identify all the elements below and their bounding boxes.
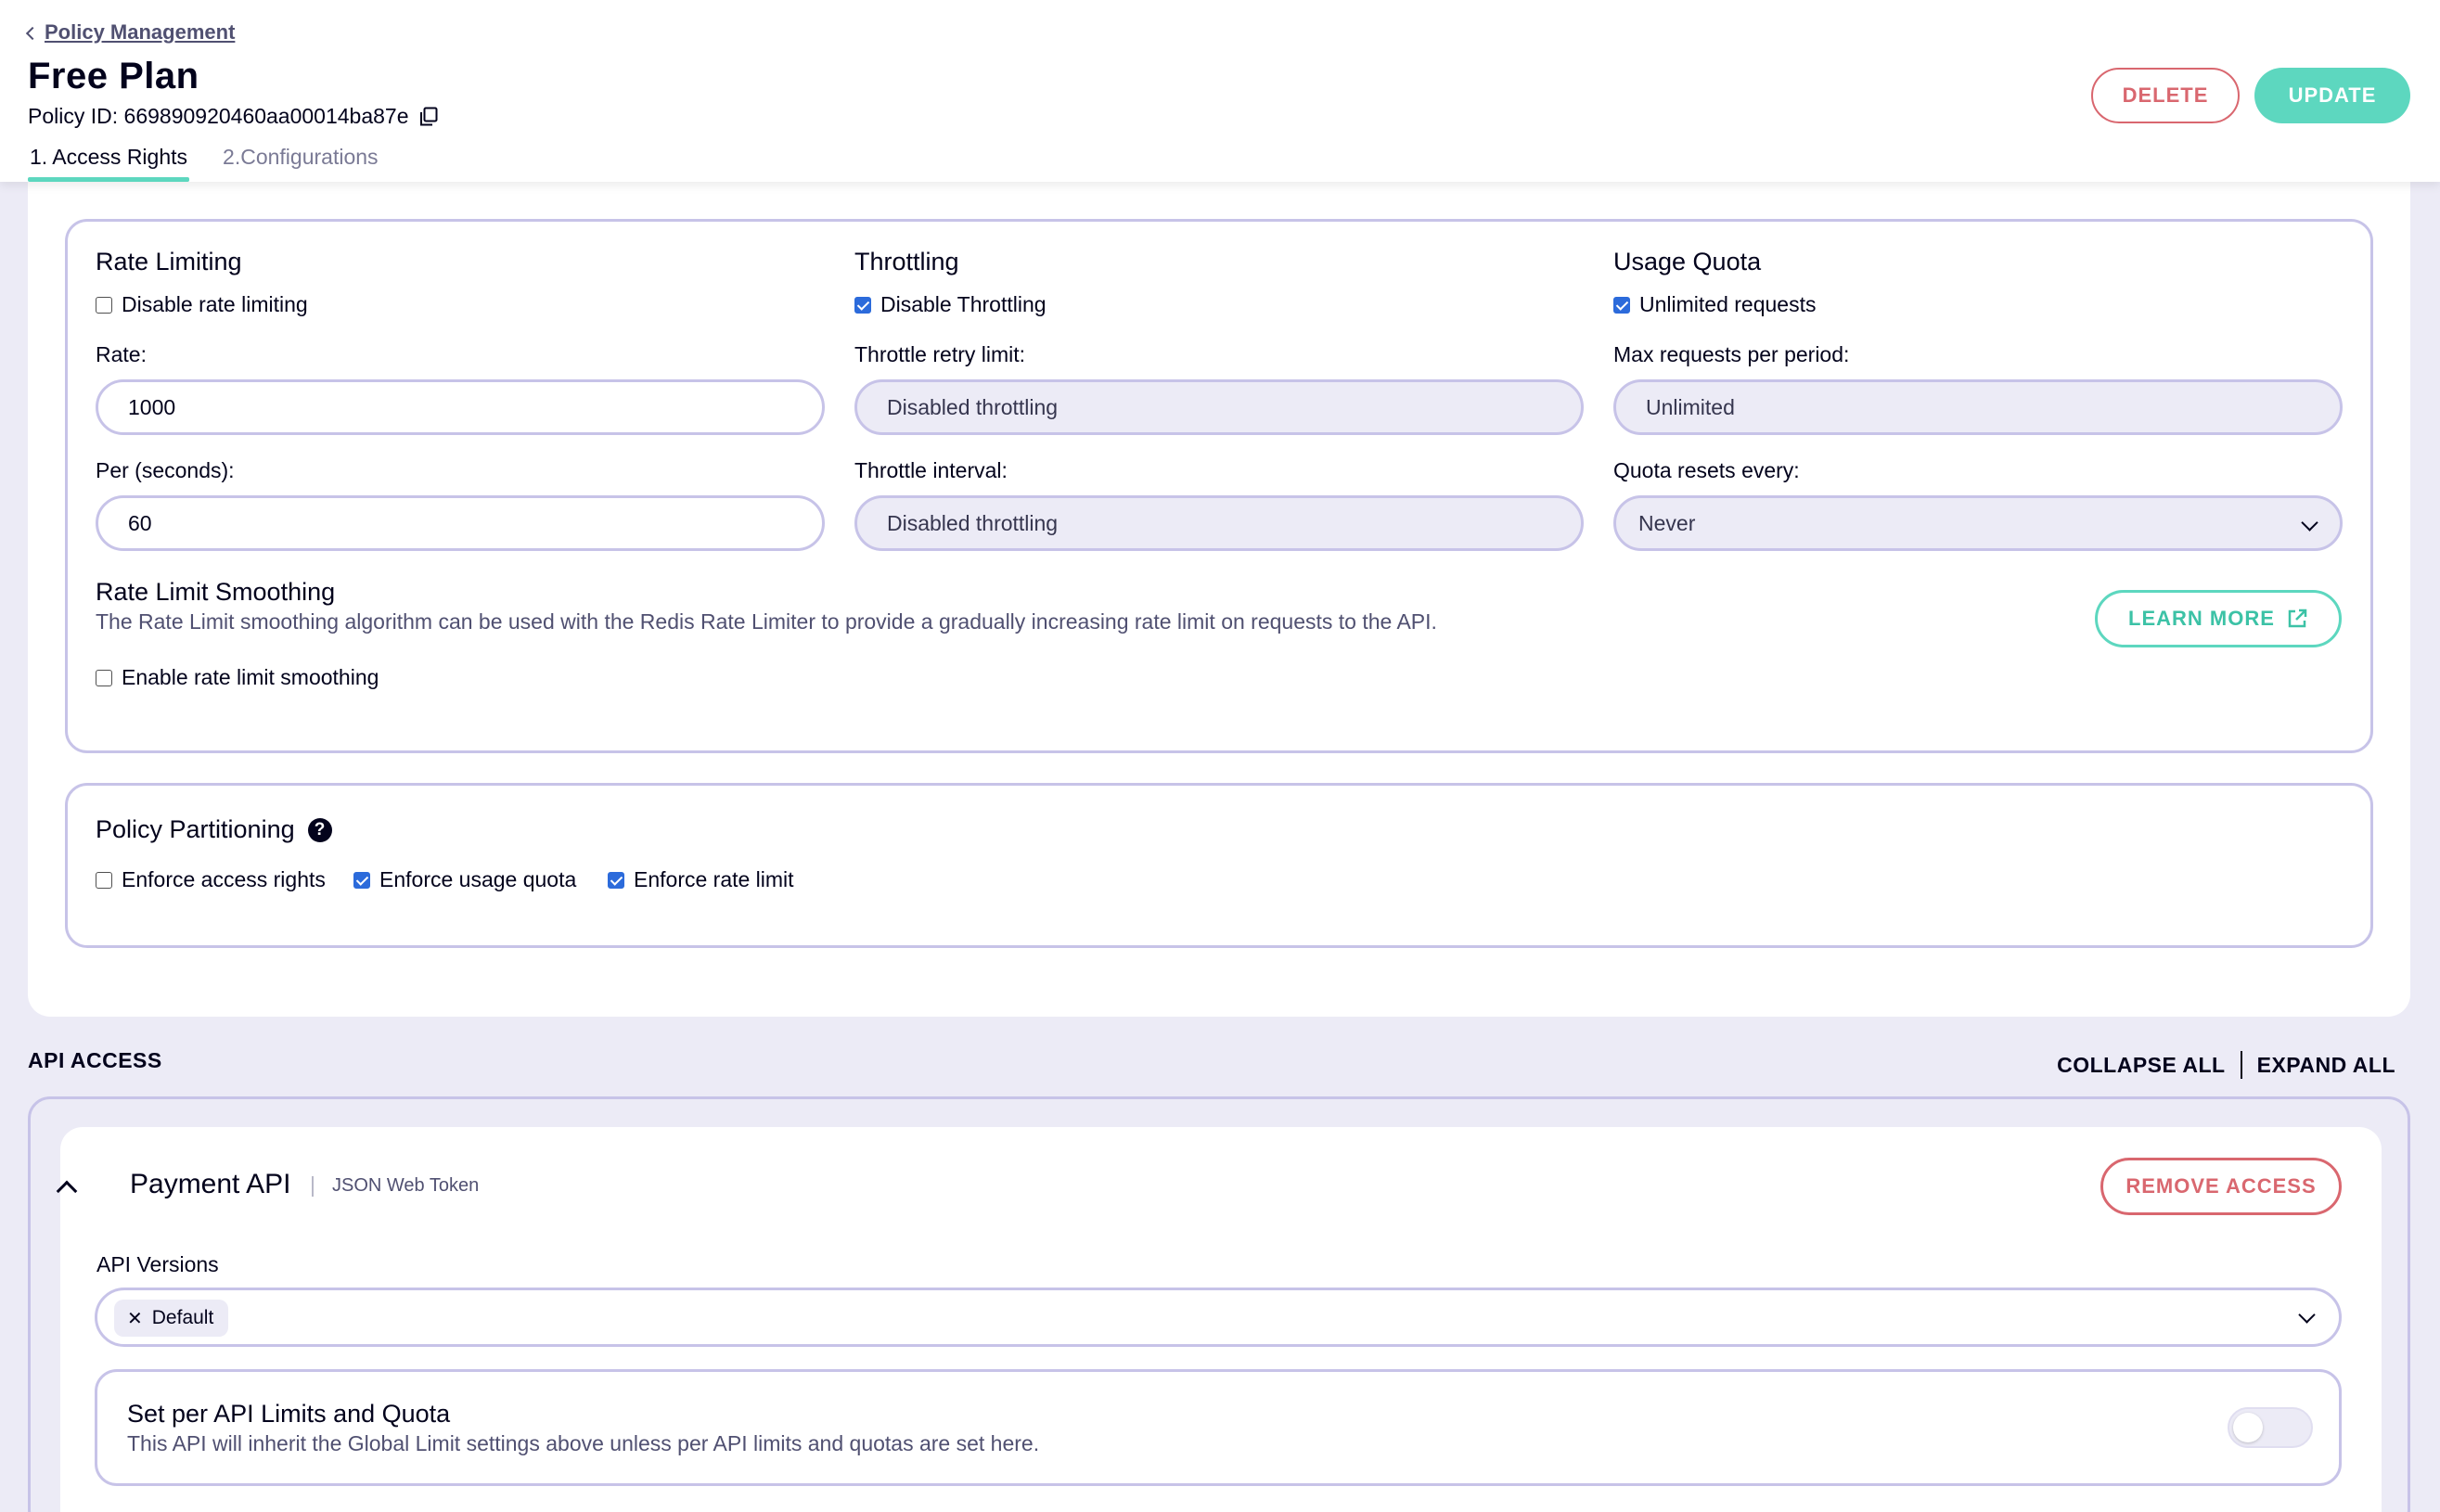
max-requests-label: Max requests per period:	[1613, 342, 1850, 366]
divider	[312, 1176, 314, 1197]
partitioning-title-row: Policy Partitioning ?	[96, 815, 332, 844]
version-tag-label: Default	[151, 1307, 214, 1328]
enforce-access-rights-label: Enforce access rights	[122, 867, 326, 891]
unlimited-requests-row[interactable]: Unlimited requests	[1613, 292, 1816, 317]
api-versions-select[interactable]: ✕ Default	[95, 1288, 2342, 1347]
help-icon[interactable]: ?	[307, 817, 332, 842]
api-access-heading: API ACCESS	[28, 1048, 162, 1072]
usage-quota-title: Usage Quota	[1613, 248, 1762, 275]
copy-icon[interactable]	[418, 107, 439, 127]
enable-smoothing-label: Enable rate limit smoothing	[122, 665, 379, 689]
disable-throttling-checkbox[interactable]	[854, 296, 871, 314]
api-auth-type: JSON Web Token	[332, 1175, 480, 1196]
policy-id-text: Policy ID: 669890920460aa00014ba87e	[28, 104, 409, 128]
rate-label: Rate:	[96, 342, 147, 366]
disable-rate-limiting-label: Disable rate limiting	[122, 292, 308, 316]
enforce-rate-limit-label: Enforce rate limit	[634, 867, 794, 891]
tab-access-rights[interactable]: 1. Access Rights	[28, 141, 190, 182]
throttle-interval-value: Disabled throttling	[887, 510, 1059, 535]
enforce-access-rights-row[interactable]: Enforce access rights	[96, 867, 326, 892]
tab-bar: 1. Access Rights 2.Configurations	[28, 141, 380, 182]
rate-limiting-title: Rate Limiting	[96, 248, 242, 275]
delete-button[interactable]: DELETE	[2091, 68, 2240, 123]
disable-throttling-row[interactable]: Disable Throttling	[854, 292, 1047, 317]
expand-all-button[interactable]: EXPAND ALL	[2257, 1053, 2395, 1078]
quota-resets-select[interactable]: Never	[1613, 495, 2343, 551]
per-seconds-value: 60	[128, 510, 152, 535]
update-button[interactable]: UPDATE	[2254, 68, 2410, 123]
quota-resets-label: Quota resets every:	[1613, 458, 1800, 482]
unlimited-requests-label: Unlimited requests	[1639, 292, 1817, 316]
unlimited-requests-checkbox[interactable]	[1613, 296, 1630, 314]
throttling-title: Throttling	[854, 248, 959, 275]
back-link-label: Policy Management	[45, 20, 236, 44]
tab-configurations[interactable]: 2.Configurations	[221, 141, 380, 182]
version-tag: ✕ Default	[114, 1300, 229, 1337]
smoothing-description: The Rate Limit smoothing algorithm can b…	[96, 609, 1437, 634]
rate-input[interactable]: 1000	[96, 379, 825, 435]
chevron-down-icon	[2301, 514, 2318, 532]
chevron-down-icon	[2298, 1306, 2316, 1324]
throttle-retry-input[interactable]: Disabled throttling	[854, 379, 1584, 435]
partitioning-title: Policy Partitioning	[96, 815, 295, 843]
disable-throttling-label: Disable Throttling	[880, 292, 1047, 316]
page-title: Free Plan	[28, 56, 199, 96]
page-header: Policy Management Free Plan Policy ID: 6…	[0, 0, 2440, 182]
throttle-retry-value: Disabled throttling	[887, 394, 1059, 419]
enable-smoothing-row[interactable]: Enable rate limit smoothing	[96, 665, 379, 690]
collapse-all-button[interactable]: COLLAPSE ALL	[2057, 1053, 2225, 1078]
api-versions-label: API Versions	[96, 1252, 219, 1276]
per-seconds-label: Per (seconds):	[96, 458, 235, 482]
disable-rate-limiting-checkbox[interactable]	[96, 296, 112, 314]
per-seconds-input[interactable]: 60	[96, 495, 825, 551]
chevron-left-icon	[25, 26, 40, 41]
enforce-access-rights-checkbox[interactable]	[96, 871, 112, 889]
divider	[2240, 1051, 2242, 1079]
max-requests-value: Unlimited	[1646, 394, 1735, 419]
policy-partitioning-box: Policy Partitioning ? Enforce access rig…	[65, 783, 2373, 948]
collapse-expand-controls: COLLAPSE ALL EXPAND ALL	[2057, 1051, 2395, 1079]
enforce-usage-quota-checkbox[interactable]	[353, 871, 370, 889]
throttle-retry-label: Throttle retry limit:	[854, 342, 1026, 366]
back-link[interactable]: Policy Management	[25, 20, 236, 45]
policy-id: Policy ID: 669890920460aa00014ba87e	[28, 104, 439, 129]
api-name: Payment API	[130, 1169, 291, 1199]
per-api-limits-title: Set per API Limits and Quota	[127, 1400, 451, 1428]
per-api-limits-toggle[interactable]	[2228, 1407, 2313, 1448]
remove-access-button[interactable]: REMOVE ACCESS	[2100, 1158, 2342, 1215]
rate-value: 1000	[128, 394, 176, 419]
remove-tag-icon[interactable]: ✕	[127, 1307, 143, 1330]
limits-box: Rate Limiting Disable rate limiting Rate…	[65, 219, 2373, 753]
external-link-icon	[2288, 609, 2307, 628]
disable-rate-limiting-row[interactable]: Disable rate limiting	[96, 292, 308, 317]
quota-resets-value: Never	[1638, 510, 1696, 535]
throttle-interval-input[interactable]: Disabled throttling	[854, 495, 1584, 551]
max-requests-input[interactable]: Unlimited	[1613, 379, 2343, 435]
throttle-interval-label: Throttle interval:	[854, 458, 1008, 482]
learn-more-button[interactable]: LEARN MORE	[2095, 590, 2342, 647]
per-api-limits-description: This API will inherit the Global Limit s…	[127, 1431, 1040, 1455]
enforce-usage-quota-label: Enforce usage quota	[379, 867, 577, 891]
enforce-rate-limit-checkbox[interactable]	[608, 871, 624, 889]
global-limits-card: Rate Limiting Disable rate limiting Rate…	[28, 167, 2410, 1017]
learn-more-label: LEARN MORE	[2128, 607, 2275, 630]
enable-smoothing-checkbox[interactable]	[96, 669, 112, 686]
enforce-usage-quota-row[interactable]: Enforce usage quota	[353, 867, 576, 892]
smoothing-title: Rate Limit Smoothing	[96, 578, 336, 606]
enforce-rate-limit-row[interactable]: Enforce rate limit	[608, 867, 794, 892]
per-api-limits-box: Set per API Limits and Quota This API wi…	[95, 1369, 2342, 1486]
